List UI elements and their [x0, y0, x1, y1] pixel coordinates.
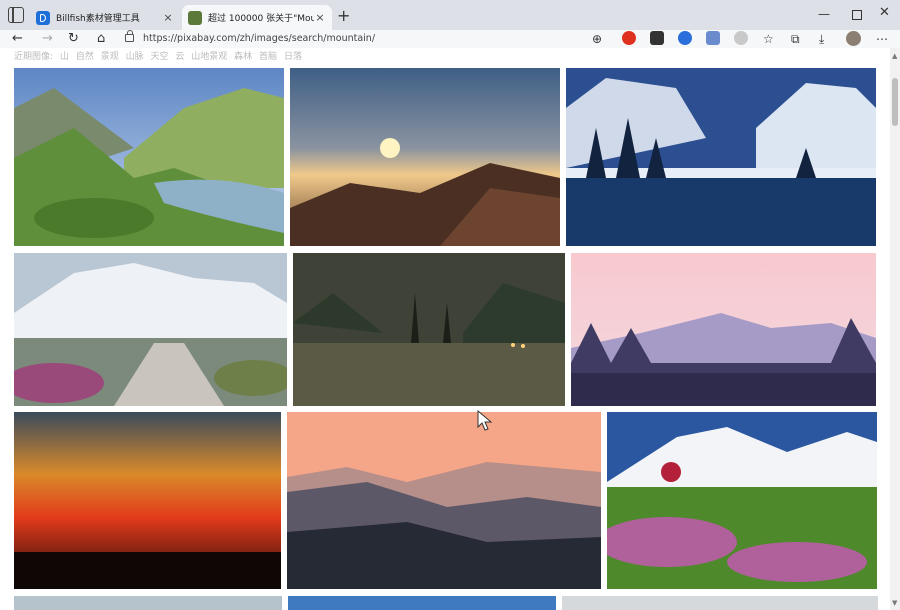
lock-icon: [125, 30, 134, 42]
image-tile[interactable]: [290, 68, 560, 246]
minimize-button[interactable]: —: [818, 7, 830, 21]
extension-plane-icon[interactable]: [706, 31, 720, 45]
image-tile[interactable]: [562, 596, 878, 610]
extension-gray-icon[interactable]: [734, 31, 748, 45]
image-tile[interactable]: [287, 412, 601, 589]
tab-title: Billfish素材管理工具: [56, 14, 140, 24]
tab-billfish[interactable]: Billfish素材管理工具 ×: [30, 5, 180, 30]
favorites-icon[interactable]: ☆: [763, 30, 774, 48]
page-content: 近期图像: 山 自然 景观 山脉 天空 云 山地景观 森林 首脑 日落: [0, 48, 890, 610]
browser-toolbar: ← → ↻ ⌂ https://pixabay.com/zh/images/se…: [0, 30, 900, 48]
pink-sky-mountains-image: [571, 253, 876, 406]
new-tab-button[interactable]: +: [337, 6, 350, 25]
tab-strip: Billfish素材管理工具 × 超过 100000 张关于"Mountain"…: [0, 0, 900, 30]
related-tag[interactable]: 山: [60, 52, 69, 61]
related-searches: 近期图像: 山 自然 景观 山脉 天空 云 山地景观 森林 首脑 日落: [14, 49, 306, 61]
related-tag[interactable]: 首脑: [259, 52, 277, 61]
mountain-valley-lake-image: [14, 68, 284, 246]
related-tag[interactable]: 自然: [76, 52, 94, 61]
related-tag[interactable]: 山地景观: [191, 52, 227, 61]
read-aloud-icon[interactable]: ⊕: [592, 30, 602, 48]
image-tile[interactable]: [288, 596, 556, 610]
page-scrollbar[interactable]: ▲ ▼: [890, 48, 900, 610]
peach-sky-mountain-layers-image: [287, 412, 601, 589]
snow-mountain-flower-meadow-image: [607, 412, 877, 589]
collections-icon[interactable]: ⧉: [791, 30, 800, 48]
image-tile[interactable]: [571, 253, 876, 406]
related-tag[interactable]: 山脉: [126, 52, 144, 61]
red-sunset-birds-image: [14, 412, 281, 589]
tab-close-icon[interactable]: ×: [314, 11, 326, 24]
related-tag[interactable]: 天空: [150, 52, 168, 61]
adblock-extension-icon[interactable]: [622, 31, 636, 45]
address-bar[interactable]: https://pixabay.com/zh/images/search/mou…: [125, 30, 605, 48]
related-tag[interactable]: 森林: [234, 52, 252, 61]
related-tag[interactable]: 云: [175, 52, 184, 61]
back-button[interactable]: ←: [12, 30, 23, 48]
image-tile[interactable]: [14, 253, 287, 406]
snow-mountain-path-image: [14, 253, 287, 406]
downloads-icon[interactable]: ⤓: [819, 30, 824, 48]
tab-title: 超过 100000 张关于"Mountain"和: [208, 14, 314, 24]
maximize-button[interactable]: [852, 10, 862, 20]
tab-actions-icon[interactable]: [8, 7, 24, 23]
more-menu-icon[interactable]: ⋯: [876, 30, 888, 48]
image-tile[interactable]: [14, 412, 281, 589]
extension-blue-icon[interactable]: [678, 31, 692, 45]
mouse-cursor-icon: [477, 410, 493, 431]
extension-icon[interactable]: [650, 31, 664, 45]
forward-button[interactable]: →: [42, 30, 53, 48]
lake-village-dusk-image: [293, 253, 565, 406]
related-tag[interactable]: 日落: [284, 52, 302, 61]
related-tag[interactable]: 景观: [101, 52, 119, 61]
billfish-favicon-icon: [36, 10, 50, 25]
sunset-cloud-mountain-image: [290, 68, 560, 246]
scroll-down-icon[interactable]: ▼: [892, 599, 897, 607]
close-window-button[interactable]: ✕: [879, 5, 890, 20]
tab-close-icon[interactable]: ×: [162, 11, 174, 24]
image-tile[interactable]: [14, 596, 282, 610]
image-tile[interactable]: [566, 68, 876, 246]
image-tile[interactable]: [293, 253, 565, 406]
image-tile[interactable]: [14, 68, 284, 246]
reload-button[interactable]: ↻: [68, 30, 79, 48]
home-button[interactable]: ⌂: [97, 30, 105, 48]
pixabay-favicon-icon: [188, 10, 202, 25]
related-label: 近期图像:: [14, 52, 54, 61]
scroll-up-icon[interactable]: ▲: [892, 52, 897, 60]
profile-avatar[interactable]: [846, 31, 861, 46]
snowy-lake-reflection-image: [566, 68, 876, 246]
scrollbar-thumb[interactable]: [892, 78, 898, 126]
tab-pixabay[interactable]: 超过 100000 张关于"Mountain"和 ×: [182, 5, 332, 30]
image-tile[interactable]: [607, 412, 877, 589]
address-url: https://pixabay.com/zh/images/search/mou…: [143, 33, 376, 44]
